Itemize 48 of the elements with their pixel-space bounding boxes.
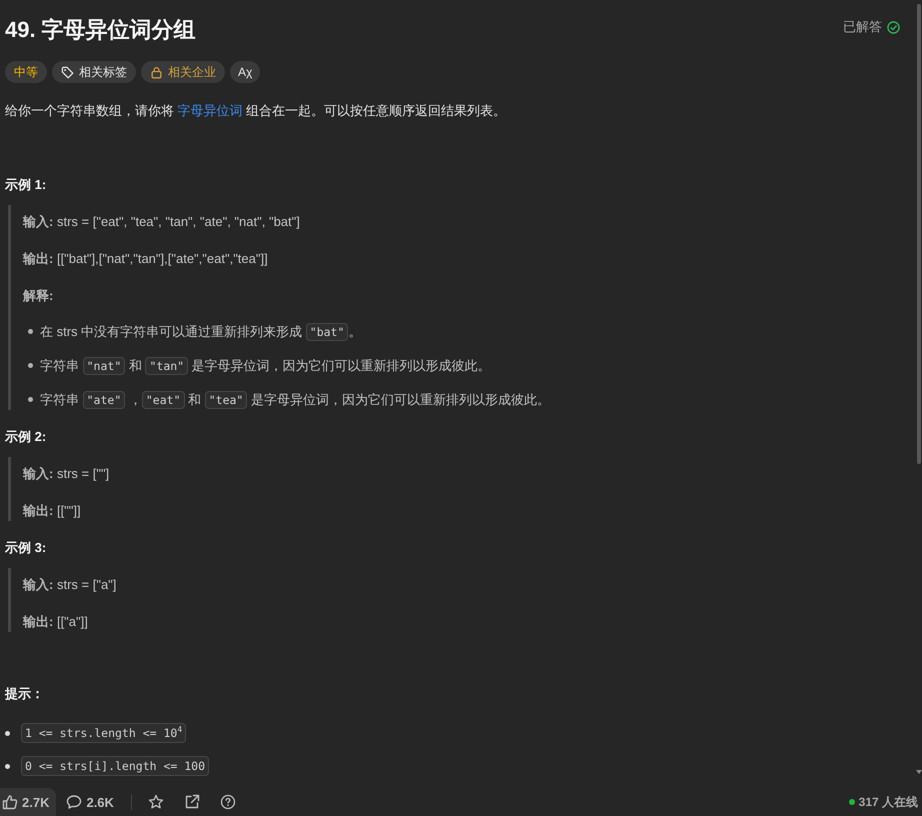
example-text: 输入: strs = ["a"] [23, 576, 118, 594]
scroll-down-icon[interactable] [916, 770, 922, 774]
online-count: 317 人在线 [858, 794, 918, 810]
like-button[interactable]: 2.7K [0, 788, 56, 816]
code-snippet: 0 <= strs[i].length <= 100 [21, 756, 210, 776]
keyword-link[interactable]: 字母异位词 [178, 103, 243, 118]
bullet-icon [28, 329, 33, 334]
bullet-icon [5, 730, 10, 736]
constraints-heading: 提示： [5, 685, 45, 703]
solved-status: 已解答 [843, 18, 882, 36]
problem-description: 给你一个字符串数组，请你将 字母异位词 组合在一起。可以按任意顺序返回结果列表。 [5, 102, 508, 120]
bullet-icon [5, 764, 10, 768]
problem-title: 49. 字母异位词分组 [5, 16, 196, 44]
inline-code: "eat" [142, 391, 184, 409]
inline-code: "tea" [204, 391, 248, 409]
example-text: 输入: strs = ["eat", "tea", "tan", "ate", "nat", "bat"] [23, 213, 301, 231]
code-snippet: 1 <= strs.length <= 10$^{4}$ [21, 723, 186, 743]
inline-code: "bat" [306, 323, 348, 341]
explanation-text: 在 strs 中没有字符串可以通过重新排列来形成 "bat" 。 [40, 322, 362, 342]
example-text: 输出: [[""]] [23, 502, 82, 520]
thumbs-up-icon [2, 794, 18, 810]
example-text: 输出: [["a"]] [23, 613, 89, 631]
scrollbar-thumb[interactable] [917, 4, 921, 464]
inline-code: "nat" [82, 357, 126, 375]
star-icon [148, 794, 164, 810]
explanation-heading: 解释: [23, 287, 54, 305]
explanation-text: 字符串 "ate" ， "eat" 和 "tea" 是字母异位词，因为它们可以重新排列以形成彼此。 [40, 390, 550, 410]
online-status-dot-icon [848, 799, 855, 805]
inline-code: "ate" [82, 391, 126, 409]
speech-bubble-icon [66, 794, 82, 810]
translate-button[interactable]: Aχ [230, 61, 260, 83]
bullet-icon [28, 397, 33, 402]
example-heading: 示例 1: [5, 176, 48, 194]
help-icon [220, 794, 236, 810]
example-heading: 示例 2: [5, 428, 48, 446]
difficulty-badge: 中等 [5, 61, 47, 83]
explanation-text: 字符串 "nat" 和 "tan" 是字母异位词，因为它们可以重新排列以形成彼此。 [40, 356, 491, 376]
companies-tag-button[interactable]: 相关企业 [141, 61, 225, 83]
example-text: 输入: strs = [""] [23, 465, 110, 483]
example-text: 输出: [["bat"],["nat","tan"],["ate","eat","tea"]] [23, 250, 269, 268]
lock-icon [150, 66, 163, 78]
comments-button[interactable]: 2.6K [56, 788, 122, 816]
tag-icon [61, 66, 74, 78]
topics-tag-button[interactable]: 相关标签 [52, 61, 136, 83]
bullet-icon [28, 363, 33, 368]
example-heading: 示例 3: [5, 539, 48, 557]
inline-code: "tan" [145, 357, 188, 375]
share-icon [184, 794, 200, 810]
